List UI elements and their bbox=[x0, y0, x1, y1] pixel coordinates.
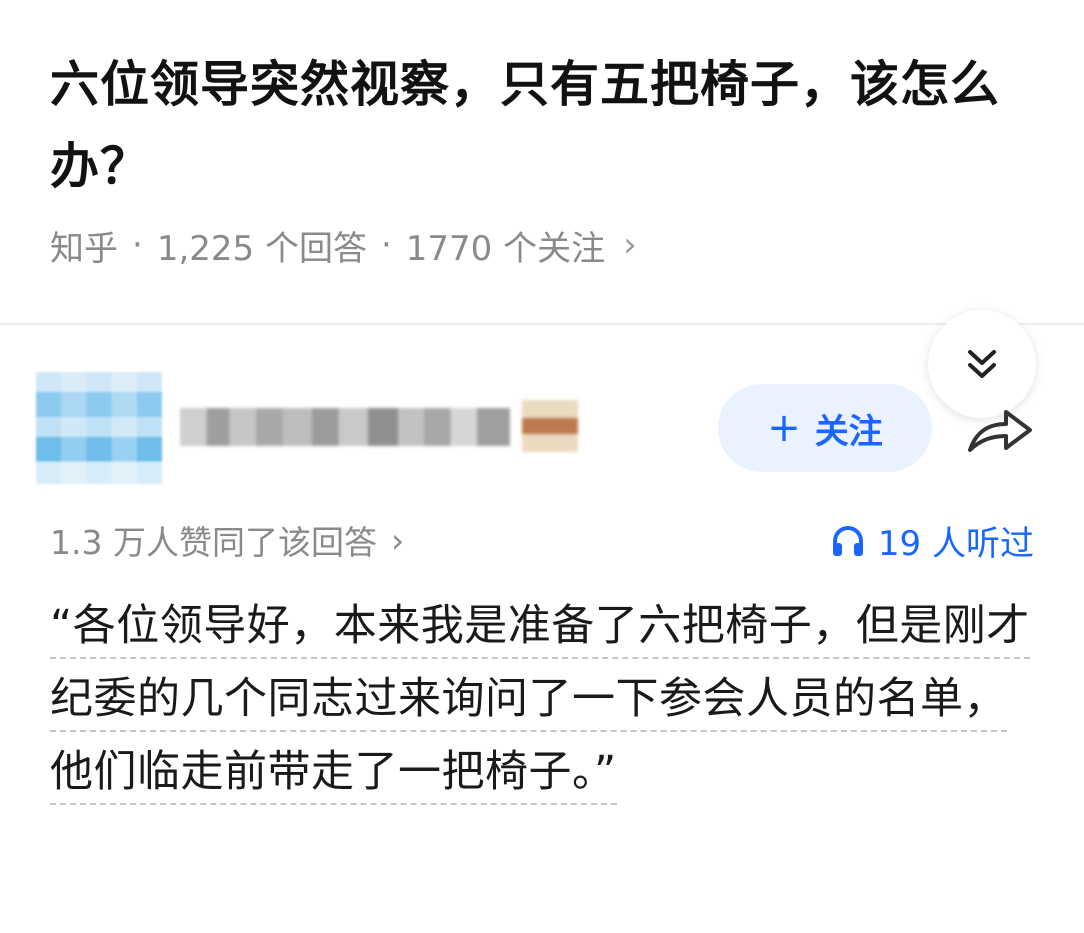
chevron-right-icon: › bbox=[623, 225, 637, 265]
headphones-icon bbox=[832, 525, 863, 556]
answer-text: “各位领导好，本来我是准备了六把椅子，但是刚才纪委的几个同志过来询问了一下参会人… bbox=[50, 601, 1030, 805]
question-title[interactable]: 六位领导突然视察，只有五把椅子，该怎么办？ bbox=[50, 44, 1040, 208]
upvote-summary[interactable]: 1.3 万人赞同了该回答 › bbox=[50, 516, 404, 564]
meta-separator: · bbox=[132, 225, 143, 265]
follow-button[interactable]: + 关注 bbox=[718, 384, 932, 472]
listen-count: 19 人听过 bbox=[877, 524, 1034, 564]
answer-count: 1,225 个回答 bbox=[156, 228, 367, 269]
answer-body[interactable]: “各位领导好，本来我是准备了六把椅子，但是刚才纪委的几个同志过来询问了一下参会人… bbox=[50, 590, 1040, 809]
divider bbox=[0, 323, 1084, 325]
meta-separator: · bbox=[380, 225, 392, 265]
avatar[interactable] bbox=[36, 372, 162, 484]
question-meta[interactable]: 知乎 · 1,225 个回答 · 1770 个关注 › bbox=[50, 218, 637, 272]
author-badge bbox=[522, 400, 578, 452]
follow-label: 关注 bbox=[814, 411, 883, 452]
listen-button[interactable]: 19 人听过 bbox=[830, 516, 1034, 565]
source-label: 知乎 bbox=[50, 228, 118, 269]
upvote-count: 1.3 万人赞同了该回答 bbox=[50, 523, 377, 562]
share-arrow-icon[interactable] bbox=[966, 402, 1036, 458]
plus-icon: + bbox=[767, 405, 801, 451]
chevron-right-icon: › bbox=[390, 520, 405, 560]
author-name[interactable] bbox=[180, 408, 510, 446]
double-chevron-down-icon bbox=[968, 350, 996, 378]
follower-count: 1770 个关注 bbox=[405, 228, 606, 269]
